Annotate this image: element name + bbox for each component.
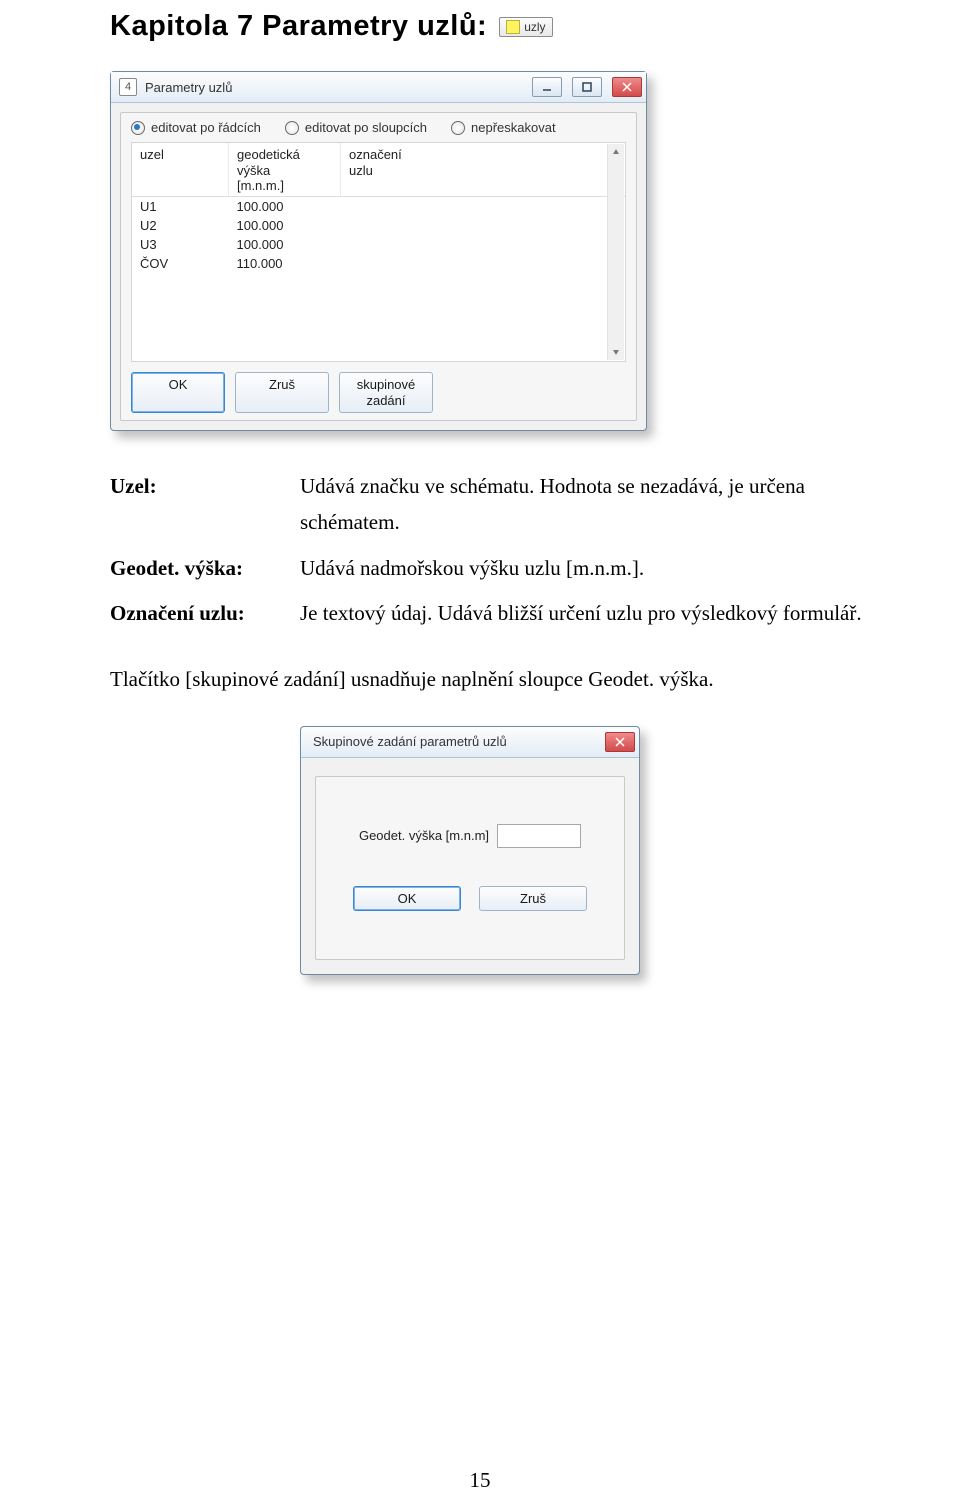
dialog-ok-button[interactable]: OK — [353, 886, 461, 912]
table-row[interactable]: U1 100.000 — [132, 196, 625, 216]
nodes-table-container: uzel geodetická výška [m.n.m.] označení … — [131, 142, 626, 362]
parametry-uzlu-window: 4 Parametry uzlů editovat po řádcích edi… — [110, 71, 647, 431]
dialog-close-button[interactable] — [605, 732, 635, 752]
chapter-title: Kapitola 7 Parametry uzlů: — [110, 10, 487, 43]
cell-vyska: 100.000 — [229, 196, 341, 216]
info-paragraph: Tlačítko [skupinové zadání] usnadňuje na… — [110, 662, 870, 698]
desc-vyska: Udává nadmořskou výšku uzlu [m.n.m.]. — [300, 551, 870, 587]
term-oznaceni: Označení uzlu: — [110, 596, 300, 632]
toolbar-uzly-button[interactable]: uzly — [499, 17, 552, 37]
title-bar: 4 Parametry uzlů — [111, 72, 646, 103]
radio-dot-icon — [451, 121, 465, 135]
cell-uzel: U3 — [132, 235, 229, 254]
app-icon: 4 — [119, 78, 137, 96]
vertical-scrollbar[interactable] — [607, 144, 624, 360]
cell-uzel: ČOV — [132, 254, 229, 273]
dialog-body: Geodet. výška [m.n.m] OK Zruš — [301, 758, 639, 974]
chapter-heading-row: Kapitola 7 Parametry uzlů: uzly — [110, 10, 870, 43]
group-entry-button[interactable]: skupinové zadání — [339, 372, 433, 413]
window-title: Parametry uzlů — [145, 80, 522, 95]
square-icon — [506, 20, 520, 34]
ok-button[interactable]: OK — [131, 372, 225, 413]
term-vyska: Geodet. výška: — [110, 551, 300, 587]
dialog-title-bar: Skupinové zadání parametrů uzlů — [301, 727, 639, 758]
radio-edit-cols-label: editovat po sloupcích — [305, 120, 427, 135]
definitions-list: Uzel: Udává značku ve schématu. Hodnota … — [110, 469, 870, 632]
dialog-button-row: OK Zruš — [326, 886, 614, 912]
window-button-row: OK Zruš skupinové zadání — [131, 372, 626, 413]
desc-oznaceni: Je textový údaj. Udává bližší určení uzl… — [300, 596, 870, 632]
table-row[interactable]: U3 100.000 — [132, 235, 625, 254]
dialog-panel: Geodet. výška [m.n.m] OK Zruš — [315, 776, 625, 960]
scroll-up-icon[interactable] — [610, 146, 622, 158]
document-page: Kapitola 7 Parametry uzlů: uzly 4 Parame… — [0, 0, 960, 1511]
radio-dot-icon — [131, 121, 145, 135]
table-row[interactable]: ČOV 110.000 — [132, 254, 625, 273]
maximize-button[interactable] — [572, 77, 602, 97]
inner-panel: editovat po řádcích editovat po sloupcíc… — [120, 112, 637, 421]
scroll-down-icon[interactable] — [610, 346, 622, 358]
cell-oznaceni — [341, 216, 626, 235]
radio-no-skip[interactable]: nepřeskakovat — [451, 120, 556, 135]
height-input[interactable] — [497, 824, 581, 848]
cell-oznaceni — [341, 254, 626, 273]
page-number: 15 — [0, 1468, 960, 1493]
col-oznaceni[interactable]: označení uzlu — [341, 143, 626, 196]
cell-vyska: 100.000 — [229, 216, 341, 235]
radio-dot-icon — [285, 121, 299, 135]
radio-edit-rows[interactable]: editovat po řádcích — [131, 120, 261, 135]
table-row[interactable]: U2 100.000 — [132, 216, 625, 235]
radio-edit-rows-label: editovat po řádcích — [151, 120, 261, 135]
desc-uzel: Udává značku ve schématu. Hodnota se nez… — [300, 469, 870, 540]
edit-mode-radios: editovat po řádcích editovat po sloupcíc… — [131, 120, 626, 135]
minimize-button[interactable] — [532, 77, 562, 97]
term-uzel: Uzel: — [110, 469, 300, 540]
nodes-table[interactable]: uzel geodetická výška [m.n.m.] označení … — [132, 143, 625, 273]
height-field-label: Geodet. výška [m.n.m] — [359, 828, 489, 843]
dialog-title: Skupinové zadání parametrů uzlů — [309, 734, 595, 749]
radio-no-skip-label: nepřeskakovat — [471, 120, 556, 135]
cell-uzel: U2 — [132, 216, 229, 235]
group-entry-dialog: Skupinové zadání parametrů uzlů Geodet. … — [300, 726, 640, 975]
cell-uzel: U1 — [132, 196, 229, 216]
window-body: editovat po řádcích editovat po sloupcíc… — [111, 103, 646, 430]
close-button[interactable] — [612, 77, 642, 97]
col-vyska[interactable]: geodetická výška [m.n.m.] — [229, 143, 341, 196]
cell-oznaceni — [341, 196, 626, 216]
cell-vyska: 110.000 — [229, 254, 341, 273]
cancel-button[interactable]: Zruš — [235, 372, 329, 413]
cell-vyska: 100.000 — [229, 235, 341, 254]
height-field-row: Geodet. výška [m.n.m] — [326, 824, 614, 848]
cell-oznaceni — [341, 235, 626, 254]
dialog-cancel-button[interactable]: Zruš — [479, 886, 587, 912]
radio-edit-cols[interactable]: editovat po sloupcích — [285, 120, 427, 135]
toolbar-uzly-label: uzly — [524, 20, 545, 34]
col-uzel[interactable]: uzel — [132, 143, 229, 196]
